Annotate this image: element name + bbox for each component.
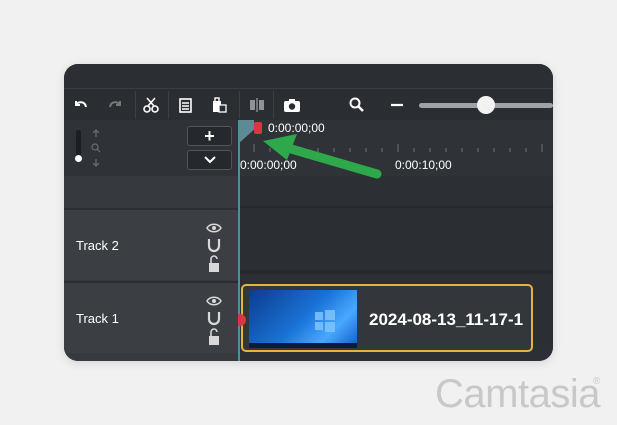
- clip-title: 2024-08-13_11-17-1: [369, 310, 524, 329]
- magnet-icon[interactable]: [207, 239, 221, 253]
- lock-icon[interactable]: [209, 328, 219, 345]
- toolbar-divider: [239, 91, 240, 119]
- zoom-out-icon: [391, 103, 403, 107]
- track-lane-3[interactable]: [238, 206, 553, 278]
- title-bar: [64, 64, 553, 88]
- copy-icon: [179, 98, 192, 113]
- zoom-button[interactable]: [344, 93, 370, 117]
- track-controls: [206, 223, 222, 272]
- cut-icon: [143, 97, 159, 113]
- snapshot-icon: [284, 99, 300, 112]
- annotation-arrow-icon: [263, 134, 382, 179]
- cut-button[interactable]: [138, 93, 164, 117]
- zoom-slider-handle[interactable]: [477, 96, 495, 114]
- add-track-button[interactable]: +: [187, 126, 232, 146]
- eye-icon[interactable]: [206, 223, 222, 233]
- registered-mark: ®: [593, 376, 601, 387]
- timeline-toolbar: [64, 88, 553, 120]
- track-label: Track 1: [76, 311, 119, 326]
- track-header-track-2[interactable]: Track 2: [64, 208, 238, 280]
- eye-icon[interactable]: [206, 296, 222, 306]
- redo-button[interactable]: [102, 93, 128, 117]
- toolbar-divider: [273, 91, 274, 119]
- camtasia-logo: Camtasia: [435, 372, 600, 416]
- split-button[interactable]: [244, 93, 270, 117]
- paste-icon: [213, 97, 227, 113]
- undo-button[interactable]: [68, 93, 94, 117]
- magnet-icon[interactable]: [207, 312, 221, 326]
- clip-thumbnail: [249, 290, 357, 348]
- toolbar-divider: [135, 91, 136, 119]
- track-zoom-icon: [91, 129, 101, 167]
- windows-logo-icon: [249, 310, 357, 348]
- track-header-track-1[interactable]: Track 1: [64, 281, 238, 353]
- media-clip[interactable]: 2024-08-13_11-17-1: [241, 284, 533, 352]
- toolbar-divider: [168, 91, 169, 119]
- snapshot-button[interactable]: [279, 93, 305, 117]
- zoom-icon: [349, 97, 364, 112]
- ruler-label-10s: 0:00:10;00: [395, 158, 452, 172]
- track-header-panel: + Track 2 Track 1: [64, 120, 238, 361]
- track-controls: [206, 296, 222, 345]
- track-panel-header: +: [64, 120, 238, 176]
- track-label: Track 2: [76, 238, 119, 253]
- copy-button[interactable]: [172, 93, 198, 117]
- split-icon: [250, 98, 264, 112]
- camtasia-window: + Track 2 Track 1 0:00:00;00 0:00:00;00 …: [64, 64, 553, 361]
- zoom-out-button[interactable]: [384, 93, 410, 117]
- paste-button[interactable]: [206, 93, 232, 117]
- track-options-button[interactable]: [187, 150, 232, 170]
- chevron-down-icon: [203, 156, 216, 164]
- add-icon: +: [204, 126, 215, 146]
- undo-icon: [75, 101, 87, 108]
- track-height-slider-handle[interactable]: [75, 155, 82, 162]
- lock-icon[interactable]: [209, 255, 219, 272]
- redo-icon: [109, 101, 121, 108]
